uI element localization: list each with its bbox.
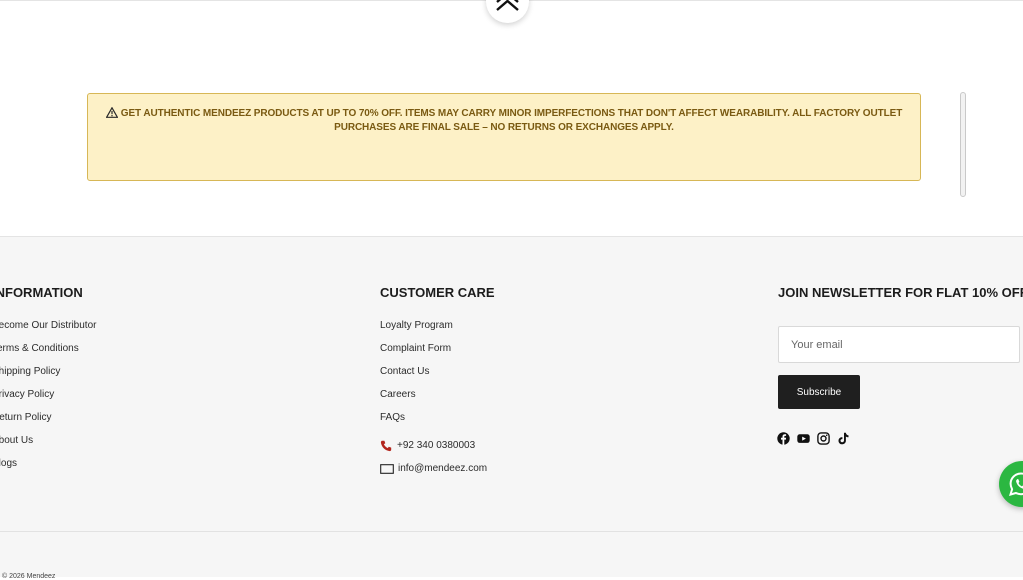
footer-link-contact[interactable]: Contact Us — [380, 365, 487, 388]
site-footer: INFORMATION Become Our Distributor Terms… — [0, 236, 1023, 580]
facebook-icon[interactable] — [777, 432, 790, 445]
email-address: info@mendeez.com — [398, 462, 488, 474]
footer-divider — [0, 531, 1023, 532]
social-links — [777, 432, 850, 445]
phone-link[interactable]: +92 340 0380003 — [380, 434, 487, 457]
chevron-up-icon — [496, 0, 519, 11]
footer-link-careers[interactable]: Careers — [380, 388, 487, 411]
newsletter-email-input[interactable] — [778, 326, 1020, 363]
phone-icon — [380, 440, 392, 451]
footer-link-distributor[interactable]: Become Our Distributor — [0, 319, 96, 342]
footer-link-privacy[interactable]: Privacy Policy — [0, 388, 96, 411]
footer-link-terms[interactable]: Terms & Conditions — [0, 342, 96, 365]
scroll-to-top-button[interactable] — [486, 0, 529, 23]
mail-icon — [380, 463, 394, 474]
footer-link-loyalty[interactable]: Loyalty Program — [380, 319, 487, 342]
email-link[interactable]: info@mendeez.com — [380, 457, 487, 480]
footer-link-return[interactable]: Return Policy — [0, 411, 96, 434]
instagram-icon[interactable] — [817, 432, 830, 445]
customer-care-title: CUSTOMER CARE — [380, 285, 495, 300]
footer-link-faqs[interactable]: FAQs — [380, 411, 487, 434]
whatsapp-icon — [1009, 472, 1023, 496]
warning-icon — [105, 107, 118, 118]
factory-outlet-notice: GET AUTHENTIC MENDEEZ PRODUCTS AT UP TO … — [87, 93, 921, 181]
customer-care-links: Loyalty Program Complaint Form Contact U… — [380, 319, 487, 480]
information-title: INFORMATION — [0, 285, 83, 300]
notice-scrollbar[interactable] — [960, 92, 966, 197]
tiktok-icon[interactable] — [837, 432, 850, 445]
footer-link-about[interactable]: About Us — [0, 434, 96, 457]
newsletter-title: JOIN NEWSLETTER FOR FLAT 10% OFF — [778, 285, 1023, 300]
information-links: Become Our Distributor Terms & Condition… — [0, 319, 96, 480]
subscribe-button[interactable]: Subscribe — [778, 375, 860, 409]
footer-link-shipping[interactable]: Shipping Policy — [0, 365, 96, 388]
phone-number: +92 340 0380003 — [397, 439, 476, 451]
youtube-icon[interactable] — [797, 432, 810, 445]
footer-link-complaint[interactable]: Complaint Form — [380, 342, 487, 365]
notice-text: GET AUTHENTIC MENDEEZ PRODUCTS AT UP TO … — [120, 108, 903, 133]
footer-link-blogs[interactable]: Blogs — [0, 457, 96, 480]
